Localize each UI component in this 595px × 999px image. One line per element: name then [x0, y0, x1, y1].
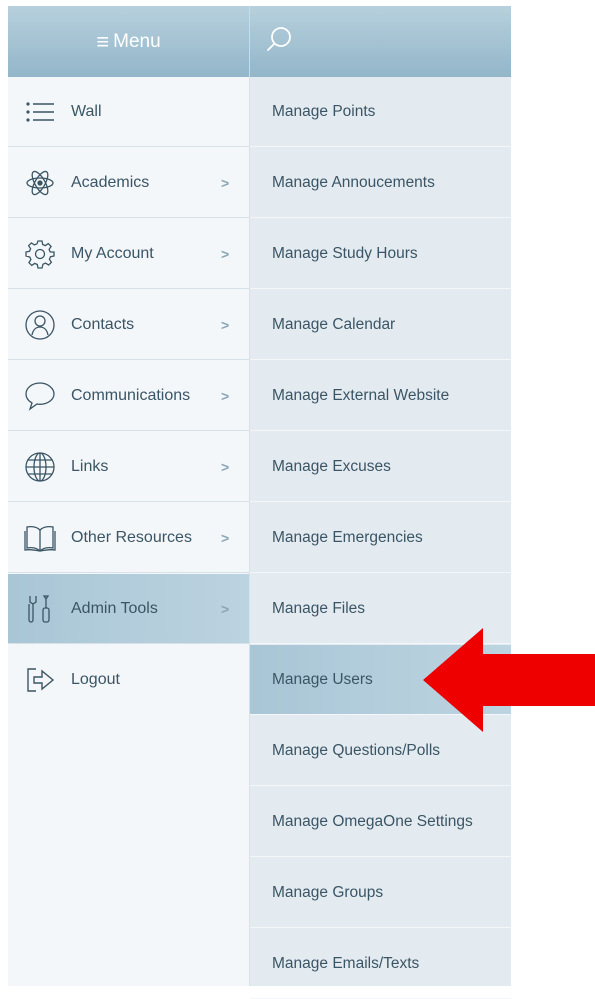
book-icon — [24, 522, 56, 554]
submenu-item-manage-study-hours[interactable]: Manage Study Hours — [250, 219, 511, 289]
menu-item-my-account[interactable]: My Account > — [8, 219, 249, 289]
menu-button[interactable]: ≡ Menu — [8, 6, 249, 77]
submenu-item-manage-emergencies[interactable]: Manage Emergencies — [250, 503, 511, 573]
menu-item-label: Contacts — [71, 316, 135, 333]
submenu-item-label: Manage Questions/Polls — [272, 742, 441, 759]
submenu-item-label: Manage Calendar — [272, 316, 396, 333]
submenu-item-manage-points[interactable]: Manage Points — [250, 77, 511, 147]
submenu-item-label: Manage Emails/Texts — [272, 955, 420, 972]
menu-item-communications[interactable]: Communications > — [8, 361, 249, 431]
menu-item-label: Logout — [71, 671, 120, 688]
submenu-item-manage-external-website[interactable]: Manage External Website — [250, 361, 511, 431]
app-frame: ≡ Menu Wall Academics > My Account > Con… — [8, 6, 511, 999]
submenu-item-label: Manage Study Hours — [272, 245, 418, 262]
menu-item-academics[interactable]: Academics > — [8, 148, 249, 218]
tools-icon — [24, 593, 56, 625]
chevron-right-icon: > — [221, 388, 230, 404]
submenu-item-label: Manage Excuses — [272, 458, 391, 475]
submenu-item-manage-annoucements[interactable]: Manage Annoucements — [250, 148, 511, 218]
submenu-item-label: Manage Annoucements — [272, 174, 435, 191]
submenu-item-manage-emails-texts[interactable]: Manage Emails/Texts — [250, 929, 511, 999]
red-arrow-icon — [423, 628, 595, 732]
hamburger-icon: ≡ — [96, 28, 110, 54]
submenu-item-label: Manage Files — [272, 600, 366, 617]
submenu-item-manage-omegaone-settings[interactable]: Manage OmegaOne Settings — [250, 787, 511, 857]
menu-item-label: Academics — [71, 174, 150, 191]
submenu-item-manage-groups[interactable]: Manage Groups — [250, 858, 511, 928]
list-icon — [24, 96, 56, 128]
logout-icon — [24, 664, 56, 696]
chevron-right-icon: > — [221, 459, 230, 475]
menu-item-links[interactable]: Links > — [8, 432, 249, 502]
submenu-item-label: Manage Users — [272, 671, 373, 688]
contact-icon — [24, 309, 56, 341]
chevron-right-icon: > — [221, 175, 230, 191]
gear-icon — [24, 238, 56, 270]
submenu-item-manage-calendar[interactable]: Manage Calendar — [250, 290, 511, 360]
chevron-right-icon: > — [221, 317, 230, 333]
top-bar: ≡ Menu — [8, 6, 511, 77]
chevron-right-icon: > — [221, 246, 230, 262]
header-divider — [249, 6, 250, 77]
admin-submenu: Manage Points Manage Annoucements Manage… — [250, 77, 511, 999]
submenu-item-label: Manage Groups — [272, 884, 384, 901]
menu-item-label: Communications — [71, 387, 191, 404]
submenu-item-label: Manage Points — [272, 103, 376, 120]
chevron-right-icon: > — [221, 530, 230, 546]
menu-item-admin-tools[interactable]: Admin Tools > — [8, 574, 249, 644]
search-button[interactable] — [263, 20, 303, 60]
menu-label: Menu — [113, 30, 161, 52]
submenu-item-manage-excuses[interactable]: Manage Excuses — [250, 432, 511, 502]
submenu-item-label: Manage Emergencies — [272, 529, 423, 546]
chevron-right-icon: > — [221, 601, 230, 617]
globe-icon — [24, 451, 56, 483]
atom-icon — [24, 167, 56, 199]
menu-item-label: Other Resources — [71, 529, 192, 546]
menu-item-label: Links — [71, 458, 109, 475]
menu-item-contacts[interactable]: Contacts > — [8, 290, 249, 360]
speech-bubble-icon — [24, 380, 56, 412]
menu-item-label: Admin Tools — [71, 600, 158, 617]
submenu-item-label: Manage External Website — [272, 387, 450, 404]
main-menu: Wall Academics > My Account > Contacts >… — [8, 77, 250, 986]
menu-item-label: My Account — [71, 245, 154, 262]
menu-item-wall[interactable]: Wall — [8, 77, 249, 147]
submenu-item-label: Manage OmegaOne Settings — [272, 813, 473, 830]
menu-item-label: Wall — [71, 103, 102, 120]
search-icon — [267, 27, 291, 51]
menu-item-logout[interactable]: Logout — [8, 645, 249, 715]
menu-item-other-resources[interactable]: Other Resources > — [8, 503, 249, 573]
